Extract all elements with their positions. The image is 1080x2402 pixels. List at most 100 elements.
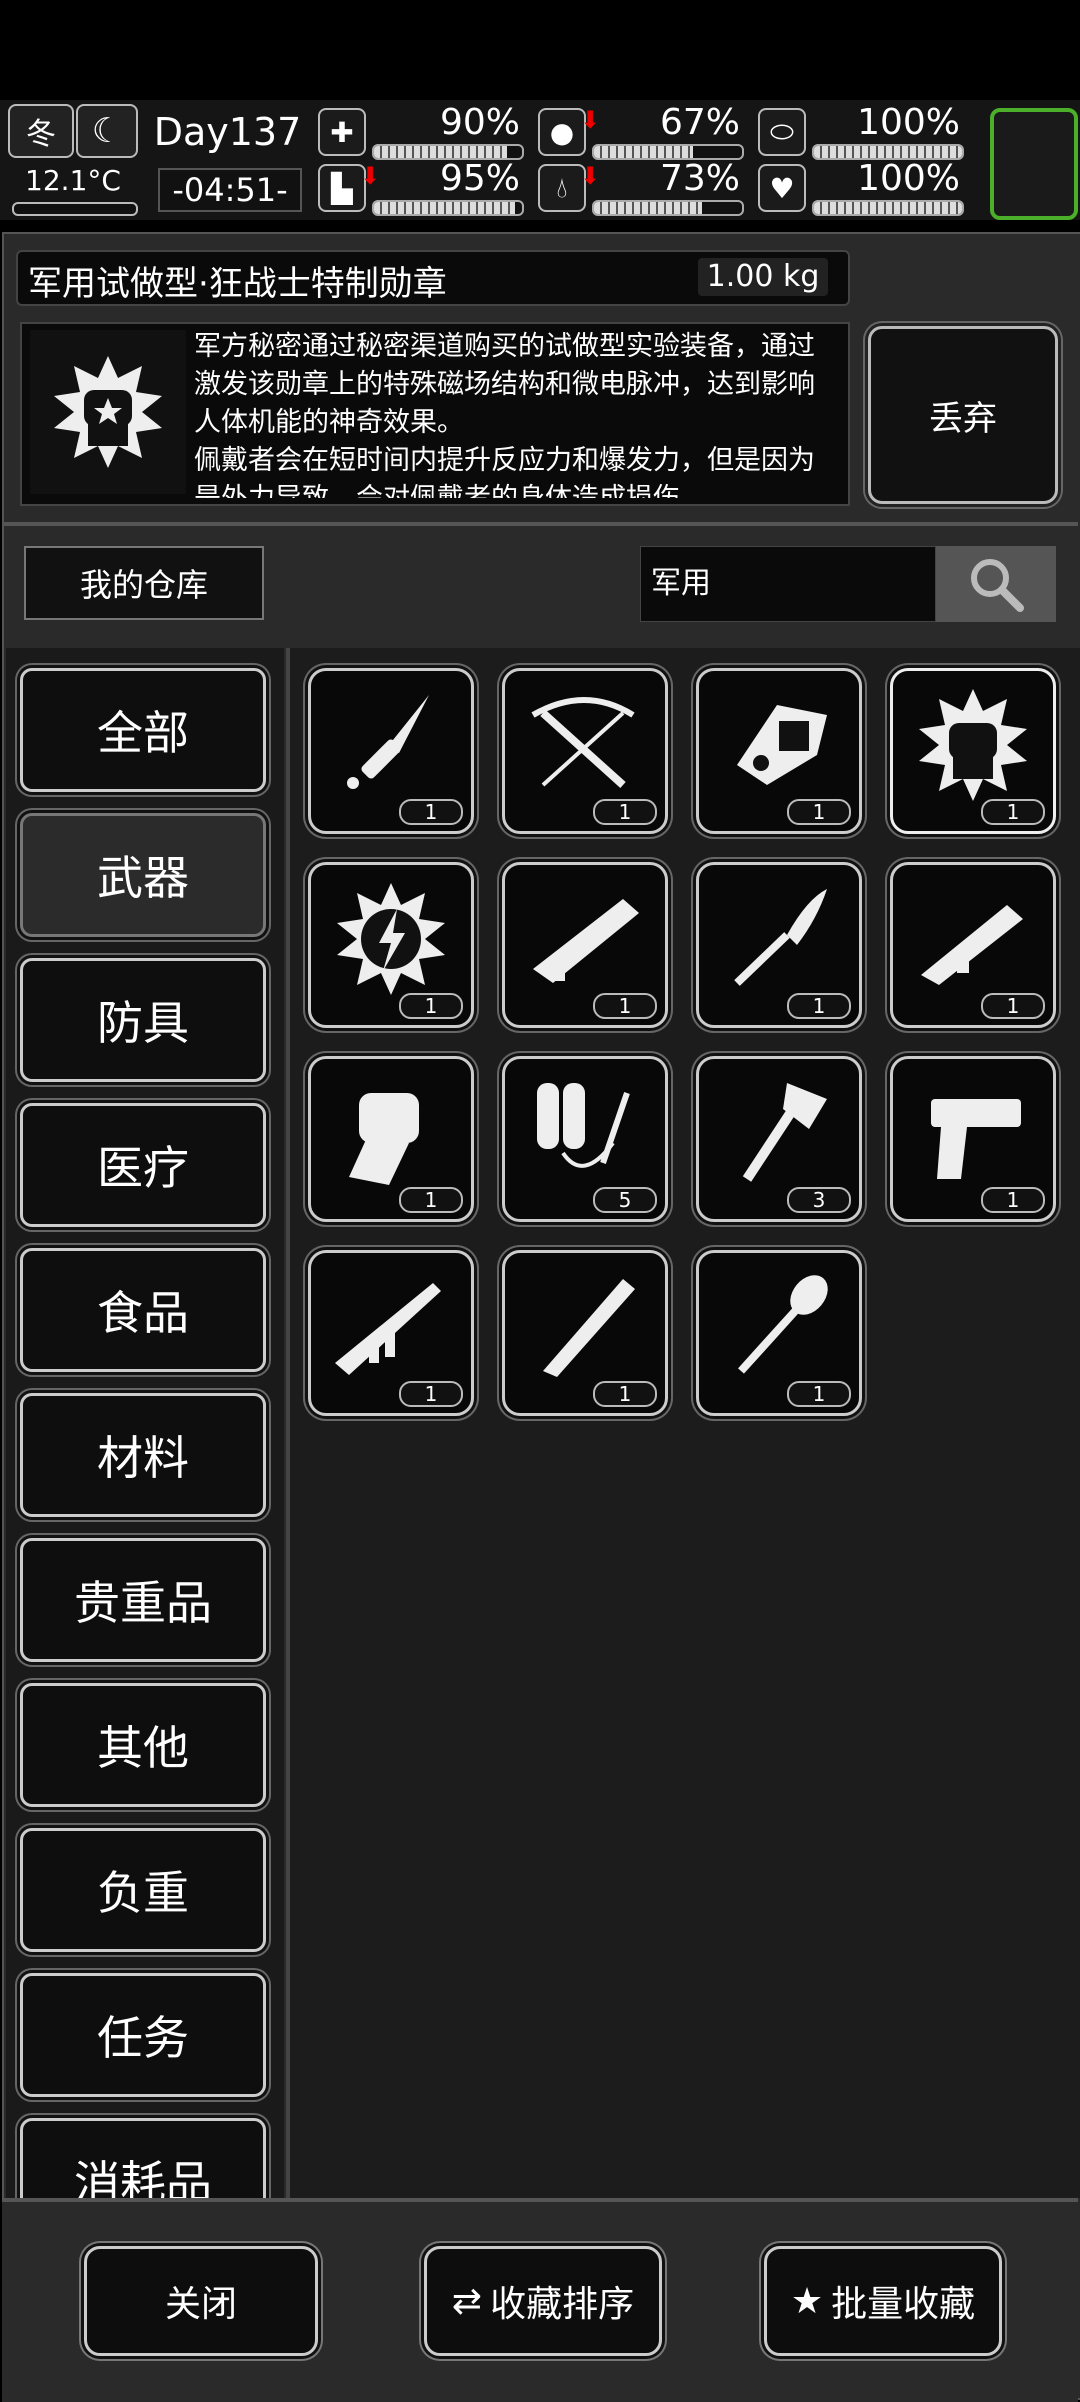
sort-label: 收藏排序 (490, 2284, 635, 2325)
item-slot[interactable]: 1 (502, 668, 668, 834)
item-slot[interactable]: 1 (308, 668, 474, 834)
game-clock: -04:51- (158, 168, 302, 212)
item-count: 1 (787, 1381, 851, 1407)
season-label: 冬 (26, 117, 56, 152)
item-slot[interactable]: 3 (696, 1056, 862, 1222)
item-slot[interactable]: 1 (502, 1250, 668, 1416)
category-materials[interactable]: 材料 (20, 1393, 266, 1517)
flamethrower-icon (537, 1083, 630, 1168)
berserker-medal-icon (919, 689, 1027, 801)
item-weight: 1.00 kg (698, 258, 828, 296)
boot-icon: ▙ (318, 164, 366, 212)
water-drop-icon: 💧︎ (538, 164, 586, 212)
item-slot[interactable]: 1 (890, 862, 1056, 1028)
stat-bar (372, 200, 524, 216)
stat-fill (594, 202, 703, 214)
category-armor[interactable]: 防具 (20, 958, 266, 1082)
close-label: 关闭 (164, 2284, 237, 2325)
stat-value: 100% (857, 158, 960, 199)
heart-icon: ♥ (758, 164, 806, 212)
stat-value: 73% (659, 158, 740, 199)
status-bar-area (0, 0, 1080, 100)
category-food[interactable]: 食品 (20, 1248, 266, 1372)
item-count: 1 (787, 799, 851, 825)
lightning-emblem-icon (337, 883, 445, 995)
item-count: 1 (787, 993, 851, 1019)
item-slot[interactable]: 1 (696, 668, 862, 834)
item-count: 1 (399, 799, 463, 825)
item-slot[interactable]: 1 (308, 1250, 474, 1416)
item-count: 1 (399, 1187, 463, 1213)
discard-button[interactable]: 丢弃 (868, 326, 1058, 504)
warehouse-button[interactable]: 我的仓库 (24, 546, 264, 620)
item-slot[interactable]: 5 (502, 1056, 668, 1222)
category-weapons[interactable]: 武器 (20, 813, 266, 937)
stat-bar (592, 200, 744, 216)
moon-icon: ☾ (76, 104, 138, 158)
stat-value: 100% (857, 102, 960, 143)
item-count: 1 (981, 799, 1045, 825)
batch-favorite-button[interactable]: ★ 批量收藏 (764, 2246, 1002, 2356)
star-icon: ★ (790, 2280, 824, 2322)
stat-bar (812, 200, 964, 216)
category-consumables[interactable]: 消耗品 (20, 2118, 266, 2198)
item-count: 1 (593, 993, 657, 1019)
item-count: 1 (593, 799, 657, 825)
category-all[interactable]: 全部 (20, 668, 266, 792)
temperature-bar (12, 202, 138, 216)
stats-panel: ✚ 90% ● ⬇ 67% ⬭ 100% ▙ ⬇ 95% 💧︎ ⬇ 73% ♥ … (318, 102, 978, 216)
medal-image (54, 356, 162, 468)
item-slot[interactable]: 1 (502, 862, 668, 1028)
item-slot-selected[interactable]: 1 (890, 668, 1056, 834)
blade-spear-icon (734, 889, 827, 986)
close-button[interactable]: 关闭 (84, 2246, 318, 2356)
swap-arrows-icon: ⇄ (451, 2280, 483, 2322)
category-sidebar: 全部 武器 防具 医疗 食品 材料 贵重品 其他 负重 任务 消耗品 (6, 648, 284, 2198)
item-grid: 1 1 1 1 1 1 1 1 1 5 3 1 1 1 1 (286, 648, 1080, 2198)
search-input[interactable] (640, 546, 936, 622)
item-slot[interactable]: 1 (890, 1056, 1056, 1222)
search-icon (971, 559, 1024, 612)
item-count: 1 (981, 993, 1045, 1019)
assault-rifle-icon (335, 1283, 441, 1375)
berserker-medal-icon (30, 330, 186, 494)
search-button[interactable] (936, 546, 1056, 622)
desert-eagle-icon (931, 1099, 1021, 1179)
crossbow-icon (531, 697, 635, 788)
category-load[interactable]: 负重 (20, 1828, 266, 1952)
stat-value: 90% (439, 102, 520, 143)
item-count: 5 (593, 1187, 657, 1213)
stat-fill (374, 202, 515, 214)
grenade-launcher-icon (921, 905, 1023, 985)
item-slot[interactable]: 1 (308, 1056, 474, 1222)
shovel-icon (738, 1275, 828, 1374)
item-slot[interactable]: 1 (696, 1250, 862, 1416)
temperature: 12.1°C (25, 164, 121, 197)
item-count: 1 (399, 993, 463, 1019)
item-count: 1 (593, 1381, 657, 1407)
equipped-slot[interactable] (990, 108, 1078, 220)
category-quest[interactable]: 任务 (20, 1973, 266, 2097)
combat-knife-icon (347, 695, 429, 789)
category-other[interactable]: 其他 (20, 1683, 266, 1807)
category-valuables[interactable]: 贵重品 (20, 1538, 266, 1662)
day-counter: Day137 (153, 110, 302, 154)
machete-icon (543, 1279, 635, 1377)
stomach-icon: ● (538, 108, 586, 156)
axe-icon (742, 1083, 827, 1182)
category-medical[interactable]: 医疗 (20, 1103, 266, 1227)
stat-fill (594, 146, 694, 158)
season-indicator: 冬 (8, 104, 74, 158)
stat-fill (374, 146, 508, 158)
stat-fill (814, 202, 962, 214)
divider (2, 522, 1078, 526)
item-count: 1 (399, 1381, 463, 1407)
energy-gauntlet-icon (737, 705, 827, 785)
item-count: 1 (981, 1187, 1045, 1213)
stat-value: 95% (439, 158, 520, 199)
item-slot[interactable]: 1 (308, 862, 474, 1028)
sort-favorites-button[interactable]: ⇄ 收藏排序 (424, 2246, 662, 2356)
stat-fill (814, 146, 962, 158)
batch-label: 批量收藏 (831, 2284, 976, 2325)
item-slot[interactable]: 1 (696, 862, 862, 1028)
